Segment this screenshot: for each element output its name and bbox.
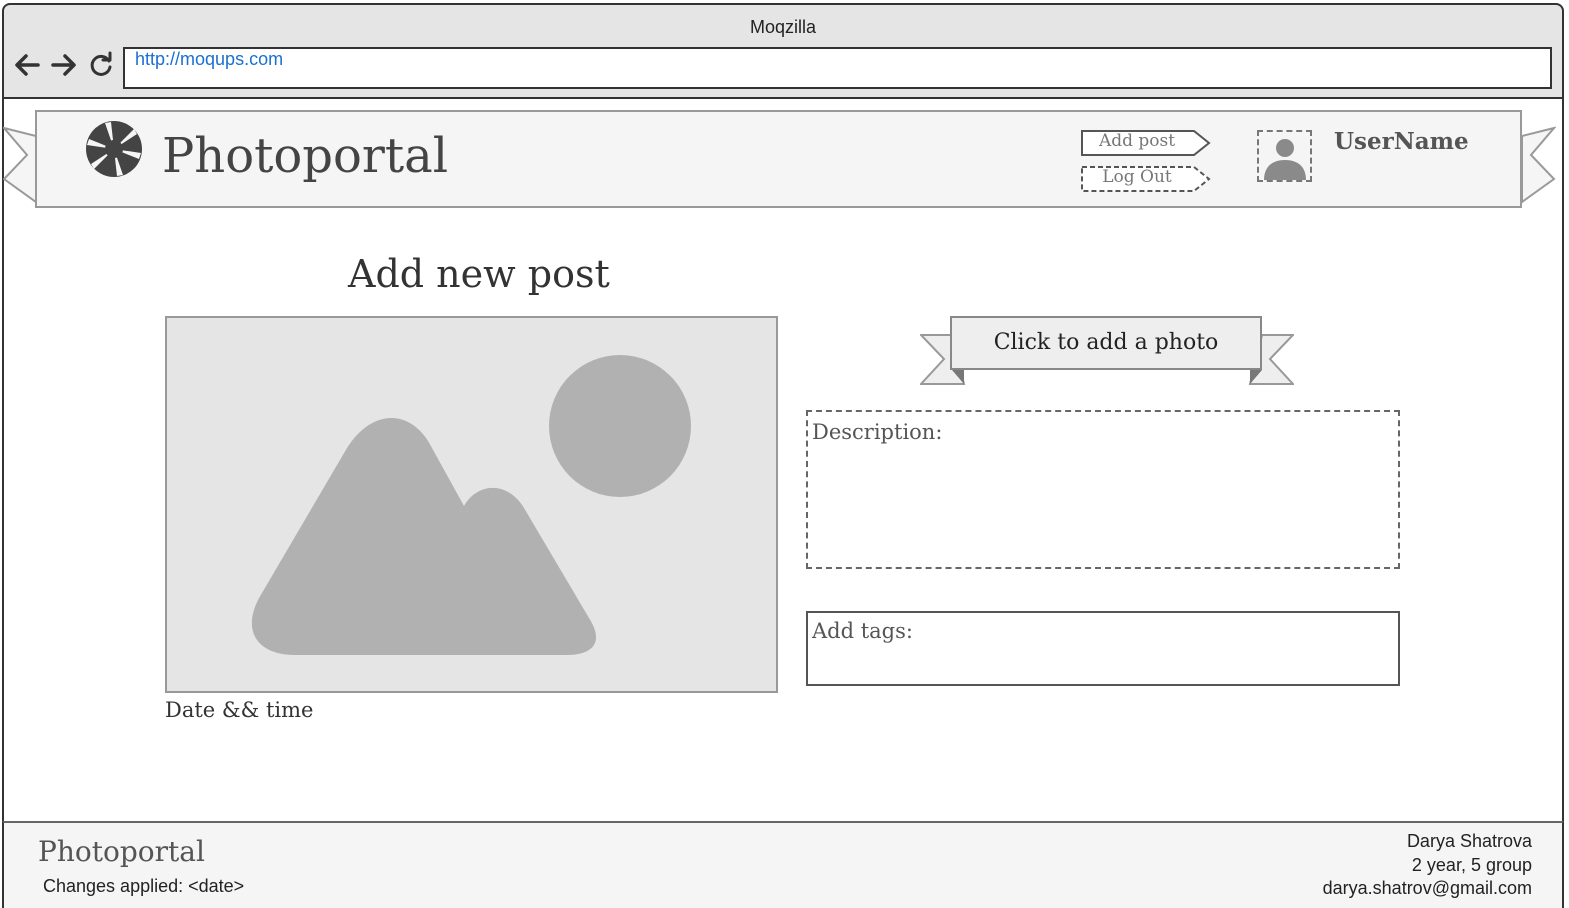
arrow-right-icon[interactable]: [49, 50, 79, 80]
footer-author: Darya Shatrova: [1406, 831, 1532, 851]
window-title: Moqzilla: [749, 17, 817, 37]
site-title[interactable]: Photoportal: [162, 128, 448, 184]
footer-email[interactable]: darya.shatrov@gmail.com: [1323, 878, 1532, 899]
tags-label: Add tags:: [812, 619, 913, 643]
reload-icon[interactable]: [86, 50, 116, 80]
url-bar[interactable]: http://moqups.com: [123, 47, 1552, 89]
user-avatar-icon[interactable]: [1257, 130, 1312, 182]
page-title: Add new post: [348, 252, 610, 296]
image-placeholder-graphic: [251, 355, 691, 655]
camera-aperture-icon: [86, 121, 142, 177]
user-silhouette: [1264, 139, 1306, 180]
footer-changes-text: Changes applied: <date>: [43, 876, 245, 896]
logout-label: Log Out: [1102, 167, 1172, 187]
description-label: Description:: [812, 420, 943, 444]
add-post-label: Add post: [1098, 131, 1176, 151]
footer-title: Photoportal: [38, 835, 205, 868]
add-photo-button[interactable]: Click to add a photo: [950, 316, 1262, 370]
footer-group: 2 year, 5 group: [1411, 855, 1532, 875]
arrow-left-icon[interactable]: [12, 50, 42, 80]
logout-button[interactable]: Log Out: [1081, 165, 1213, 193]
username[interactable]: UserName: [1334, 128, 1469, 155]
date-time-label: Date && time: [165, 698, 314, 722]
image-placeholder-icon[interactable]: [165, 316, 778, 693]
add-post-button[interactable]: Add post: [1081, 129, 1213, 157]
